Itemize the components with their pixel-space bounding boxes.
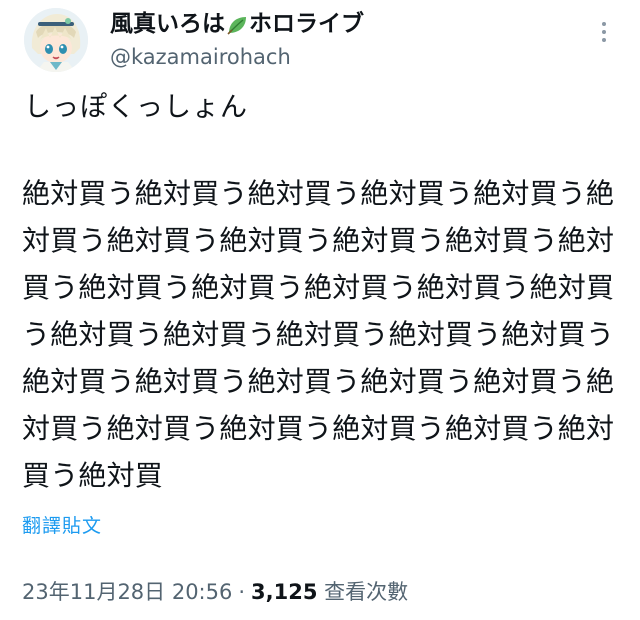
display-name-suffix: ホロライブ xyxy=(249,11,364,37)
views-count[interactable]: 3,125 xyxy=(251,580,317,604)
author-handle[interactable]: @kazamairohach xyxy=(110,42,570,72)
tweet-header: 風真いろは ホロライブ @kazamairohach xyxy=(24,8,616,78)
tweet-body-line: 買う絶対買う絶対買う絶対買う絶対買う絶対買 xyxy=(22,271,615,304)
tweet-body-line: 絶対買う絶対買う絶対買う絶対買う絶対買う絶 xyxy=(22,365,615,398)
more-options-icon[interactable] xyxy=(596,22,612,48)
tweet-body: 絶対買う絶対買う絶対買う絶対買う絶対買う絶 対買う絶対買う絶対買う絶対買う絶対買… xyxy=(22,170,622,499)
tweet-meta: 23年11月28日 20:56 · 3,125 查看次數 xyxy=(22,576,408,608)
tweet-body-line: 絶対買う絶対買う絶対買う絶対買う絶対買う絶 xyxy=(22,177,615,210)
avatar-illustration-icon xyxy=(24,8,88,72)
views-label: 查看次數 xyxy=(324,580,409,604)
tweet-timestamp[interactable]: 23年11月28日 20:56 xyxy=(22,580,232,604)
tweet-body-line: う絶対買う絶対買う絶対買う絶対買う絶対買う xyxy=(22,318,615,351)
display-name-text: 風真いろは xyxy=(110,11,225,37)
tweet-first-line: しっぽくっしょん xyxy=(24,92,248,123)
tweet-body-line: 対買う絶対買う絶対買う絶対買う絶対買う絶対 xyxy=(22,224,615,257)
tweet-body-line: 対買う絶対買う絶対買う絶対買う絶対買う絶対 xyxy=(22,412,615,445)
tweet-body-line: 買う絶対買 xyxy=(22,459,164,492)
translate-post-link[interactable]: 翻譯貼文 xyxy=(22,512,102,540)
leaf-icon xyxy=(226,13,248,35)
avatar[interactable] xyxy=(24,8,88,72)
author-display-name[interactable]: 風真いろは ホロライブ xyxy=(110,8,570,40)
meta-separator: · xyxy=(238,580,246,604)
author-names: 風真いろは ホロライブ @kazamairohach xyxy=(110,8,570,72)
tweet: 風真いろは ホロライブ @kazamairohach しっぽくっしょん 絶対買う… xyxy=(0,0,640,620)
